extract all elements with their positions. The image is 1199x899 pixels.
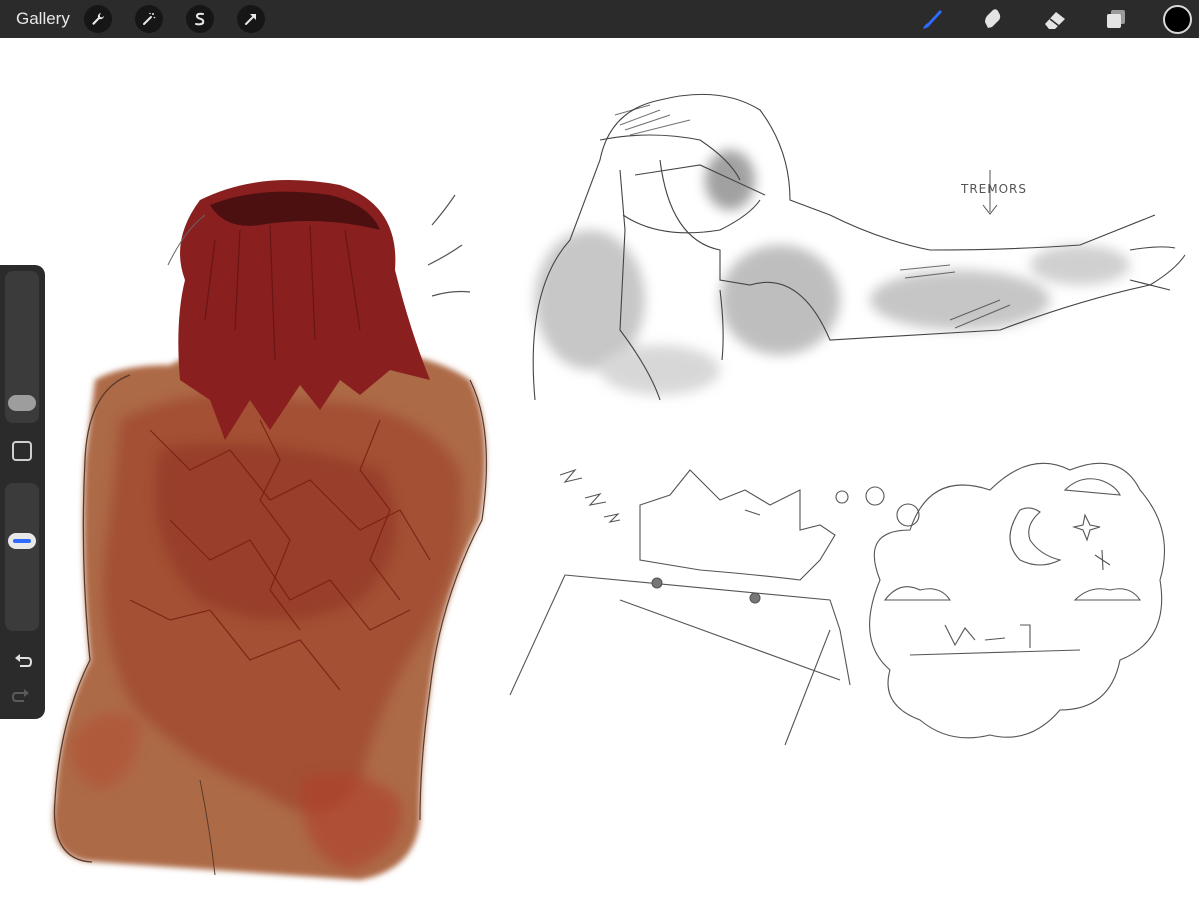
color-picker-swatch[interactable] (1163, 5, 1192, 34)
transform-arrow-icon[interactable] (237, 5, 265, 33)
gallery-button[interactable]: Gallery (16, 9, 70, 29)
reaching-figure-sketch (532, 93, 1186, 401)
tremors-annotation: TREMORS (961, 182, 1028, 196)
sleeping-sketch (509, 462, 1166, 746)
back-figure-drawing (53, 180, 488, 880)
drawing-canvas[interactable]: TREMORS (0, 38, 1199, 899)
top-toolbar: Gallery (0, 0, 1199, 38)
selection-icon[interactable] (186, 5, 214, 33)
eraser-icon[interactable] (1040, 4, 1070, 34)
layers-icon[interactable] (1101, 4, 1131, 34)
smudge-icon[interactable] (978, 4, 1008, 34)
motion-marks (427, 194, 471, 297)
magic-wand-icon[interactable] (135, 5, 163, 33)
brush-icon[interactable] (917, 4, 947, 34)
wrench-icon[interactable] (84, 5, 112, 33)
